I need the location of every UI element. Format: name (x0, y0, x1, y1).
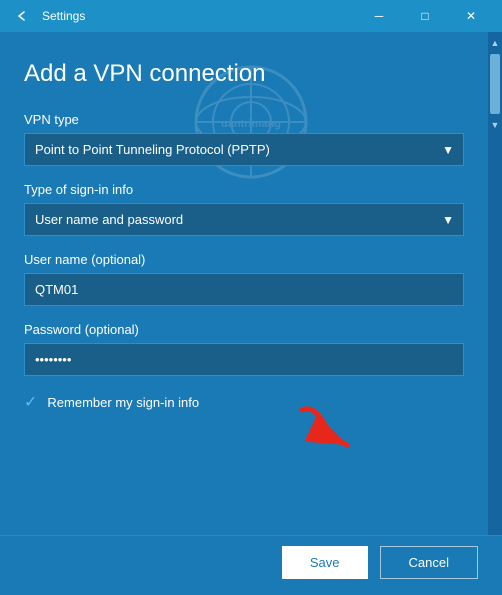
username-label: User name (optional) (24, 252, 464, 267)
scroll-up-button[interactable]: ▲ (488, 34, 502, 52)
username-group: User name (optional) (24, 252, 464, 306)
scroll-down-button[interactable]: ▼ (488, 116, 502, 134)
back-button[interactable] (8, 2, 36, 30)
page-title: Add a VPN connection (24, 60, 464, 88)
remember-label: Remember my sign-in info (47, 395, 199, 410)
sign-in-label: Type of sign-in info (24, 182, 464, 197)
sign-in-dropdown[interactable]: User name and passwordSmart cardOne-time… (24, 203, 464, 236)
scrollbar[interactable]: ▲ ▼ (488, 32, 502, 535)
maximize-button[interactable]: □ (402, 0, 448, 32)
window-title: Settings (42, 9, 356, 23)
minimize-button[interactable]: ─ (356, 0, 402, 32)
vpn-type-label: VPN type (24, 112, 464, 127)
password-label: Password (optional) (24, 322, 464, 337)
remember-checkbox-row[interactable]: ✓ Remember my sign-in info (24, 392, 464, 412)
cancel-button[interactable]: Cancel (380, 546, 478, 579)
vpn-type-group: VPN type AutomaticPoint to Point Tunneli… (24, 112, 464, 166)
sign-in-group: Type of sign-in info User name and passw… (24, 182, 464, 236)
username-input[interactable] (24, 273, 464, 306)
main-area: uantrimang Add a VPN connection VPN type… (0, 32, 502, 535)
scroll-thumb[interactable] (490, 54, 500, 114)
titlebar: Settings ─ □ ✕ (0, 0, 502, 32)
window-controls: ─ □ ✕ (356, 0, 494, 32)
form-content: Add a VPN connection VPN type AutomaticP… (0, 32, 488, 535)
vpn-type-dropdown-wrapper: AutomaticPoint to Point Tunneling Protoc… (24, 133, 464, 166)
close-button[interactable]: ✕ (448, 0, 494, 32)
sign-in-dropdown-wrapper: User name and passwordSmart cardOne-time… (24, 203, 464, 236)
checkmark-icon: ✓ (24, 392, 37, 412)
bottom-bar: Save Cancel (0, 535, 502, 595)
password-group: Password (optional) (24, 322, 464, 376)
vpn-type-dropdown[interactable]: AutomaticPoint to Point Tunneling Protoc… (24, 133, 464, 166)
password-input[interactable] (24, 343, 464, 376)
save-button[interactable]: Save (282, 546, 368, 579)
